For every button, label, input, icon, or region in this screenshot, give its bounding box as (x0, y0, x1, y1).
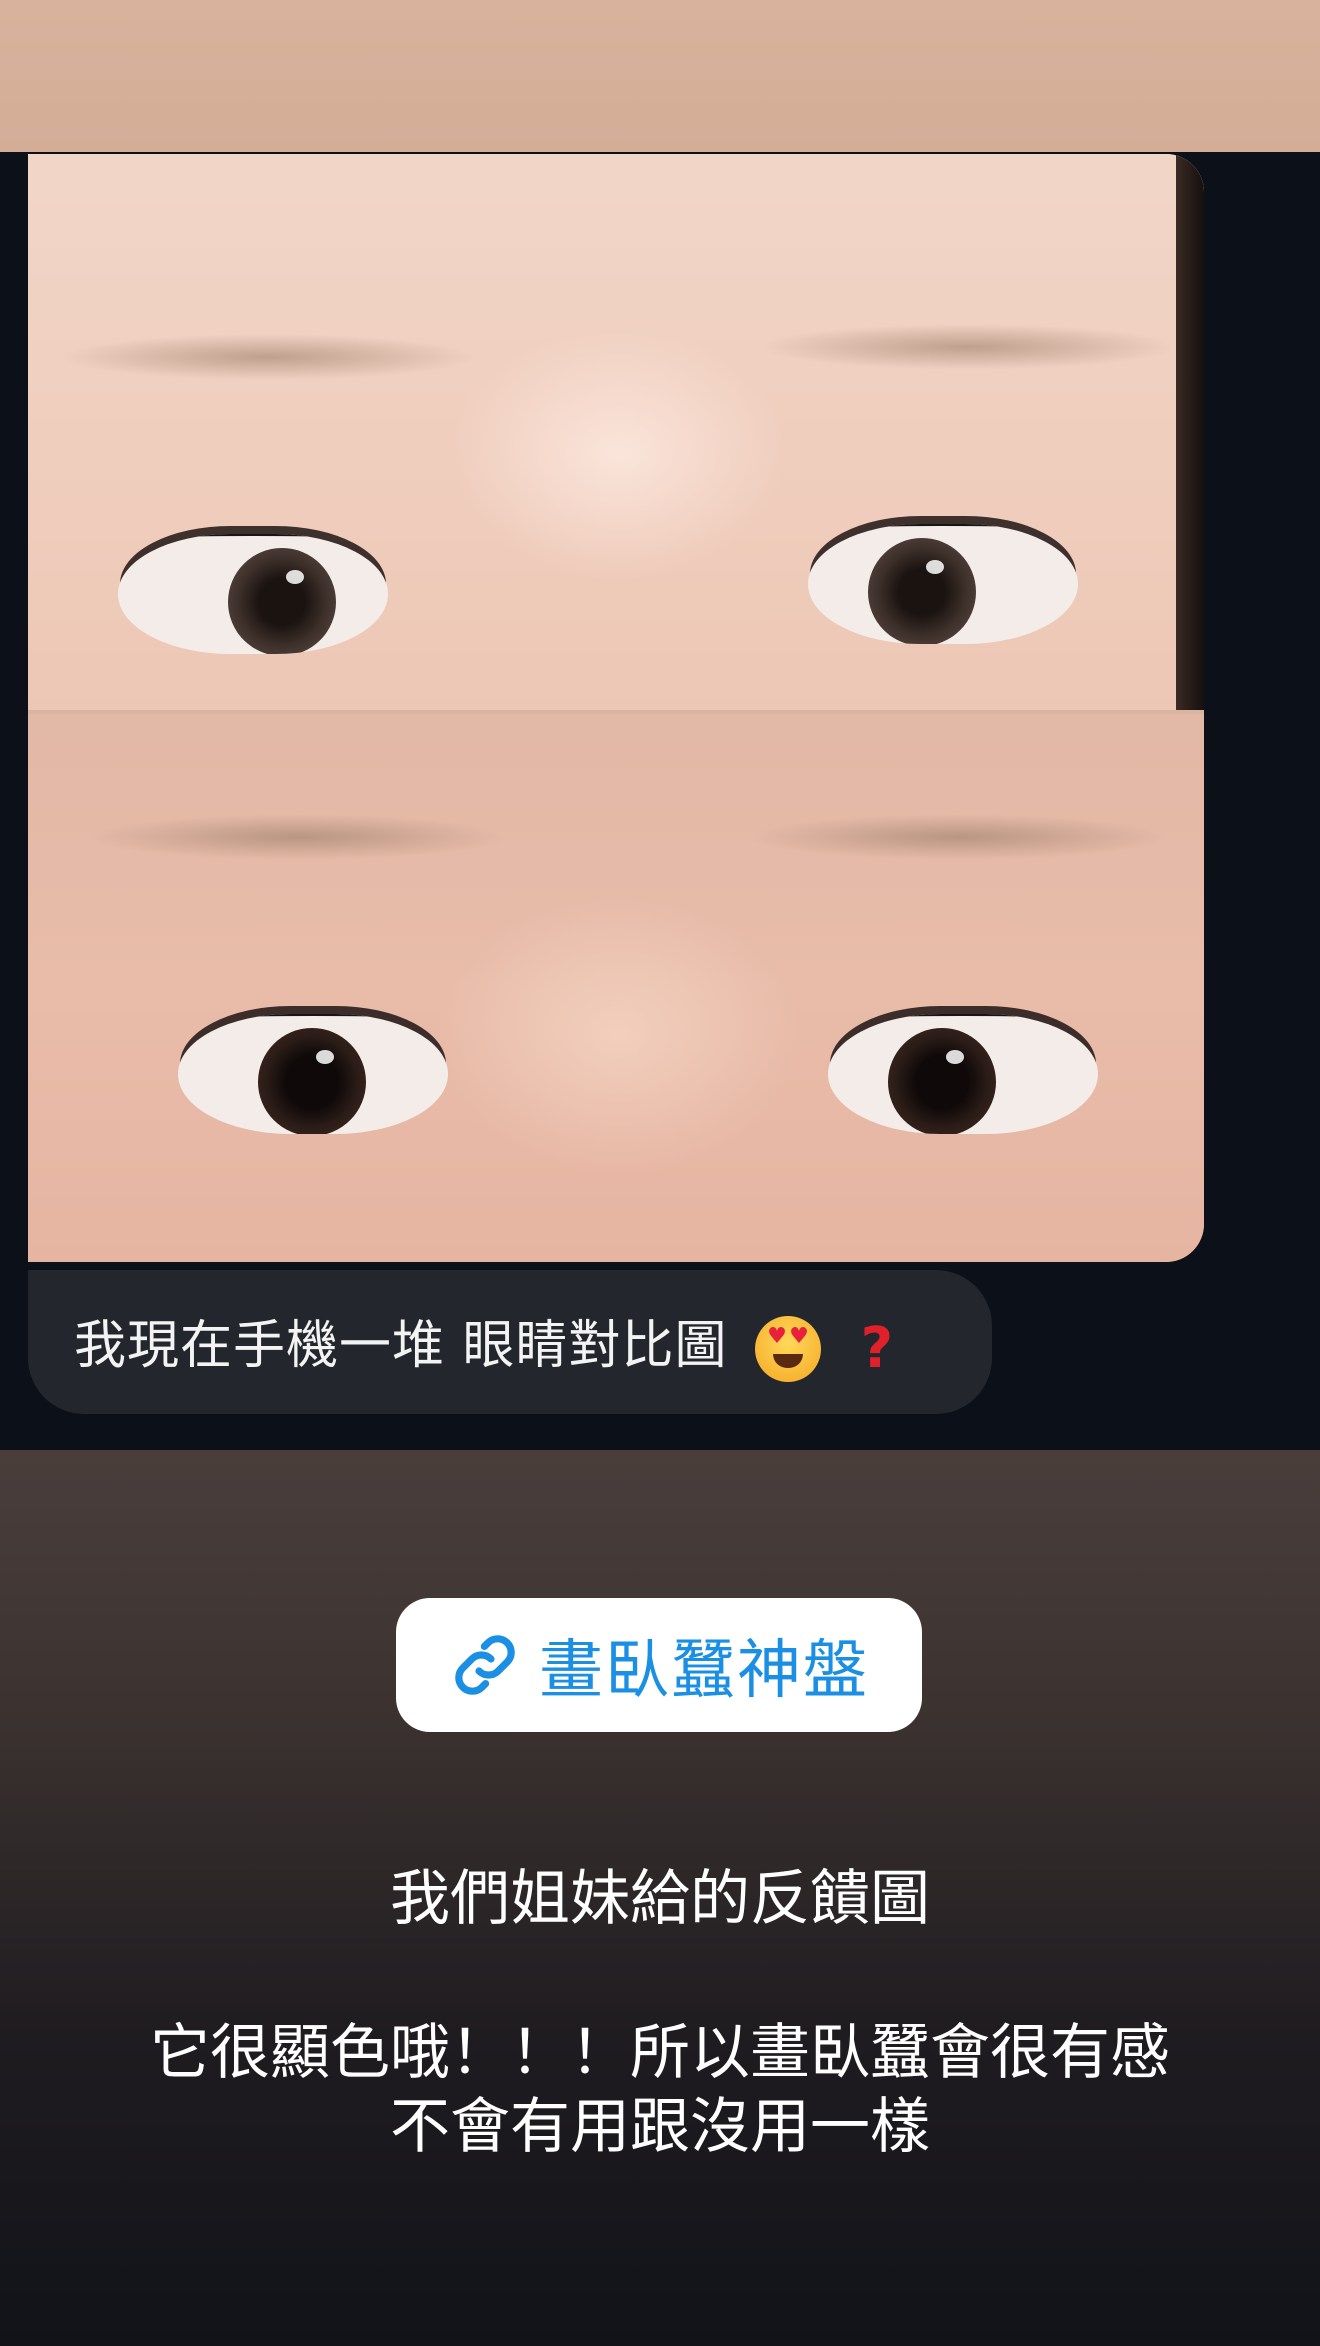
story-top-background (0, 0, 1320, 152)
hair-edge (1176, 154, 1204, 714)
eyebrow-right (748, 814, 1168, 860)
eyebrow-right (758, 324, 1178, 370)
eye-comparison-photo (28, 154, 1204, 1262)
red-question-mark-icon: ? (860, 1316, 895, 1381)
caption-line-3: 不會有用跟沒用一樣 (390, 2092, 930, 2162)
eye-right (808, 524, 1078, 644)
chat-message-text: 我現在手機一堆 眼睛對比圖 ? (74, 1303, 894, 1382)
eye-left (178, 1014, 448, 1134)
eyebrow-left (88, 814, 508, 860)
heart-eyes-emoji-icon (755, 1315, 822, 1382)
link-sticker[interactable]: 畫臥蠶神盤 (396, 1598, 922, 1732)
eye-left (118, 534, 388, 654)
caption-line-2: 它很顯色哦！！！所以畫臥蠶會很有感 (150, 2018, 1170, 2088)
message-text-content: 我現在手機一堆 眼睛對比圖 (74, 1315, 728, 1376)
chat-message-bubble[interactable]: 我現在手機一堆 眼睛對比圖 ? (28, 1270, 992, 1414)
eye-photo-after (28, 714, 1204, 1262)
caption-line-1: 我們姐妹給的反饋圖 (390, 1864, 930, 1934)
link-sticker-label: 畫臥蠶神盤 (539, 1634, 869, 1708)
link-icon (455, 1635, 515, 1695)
eye-photo-before (28, 154, 1204, 714)
eyebrow-left (58, 334, 478, 380)
eye-right (828, 1014, 1098, 1134)
